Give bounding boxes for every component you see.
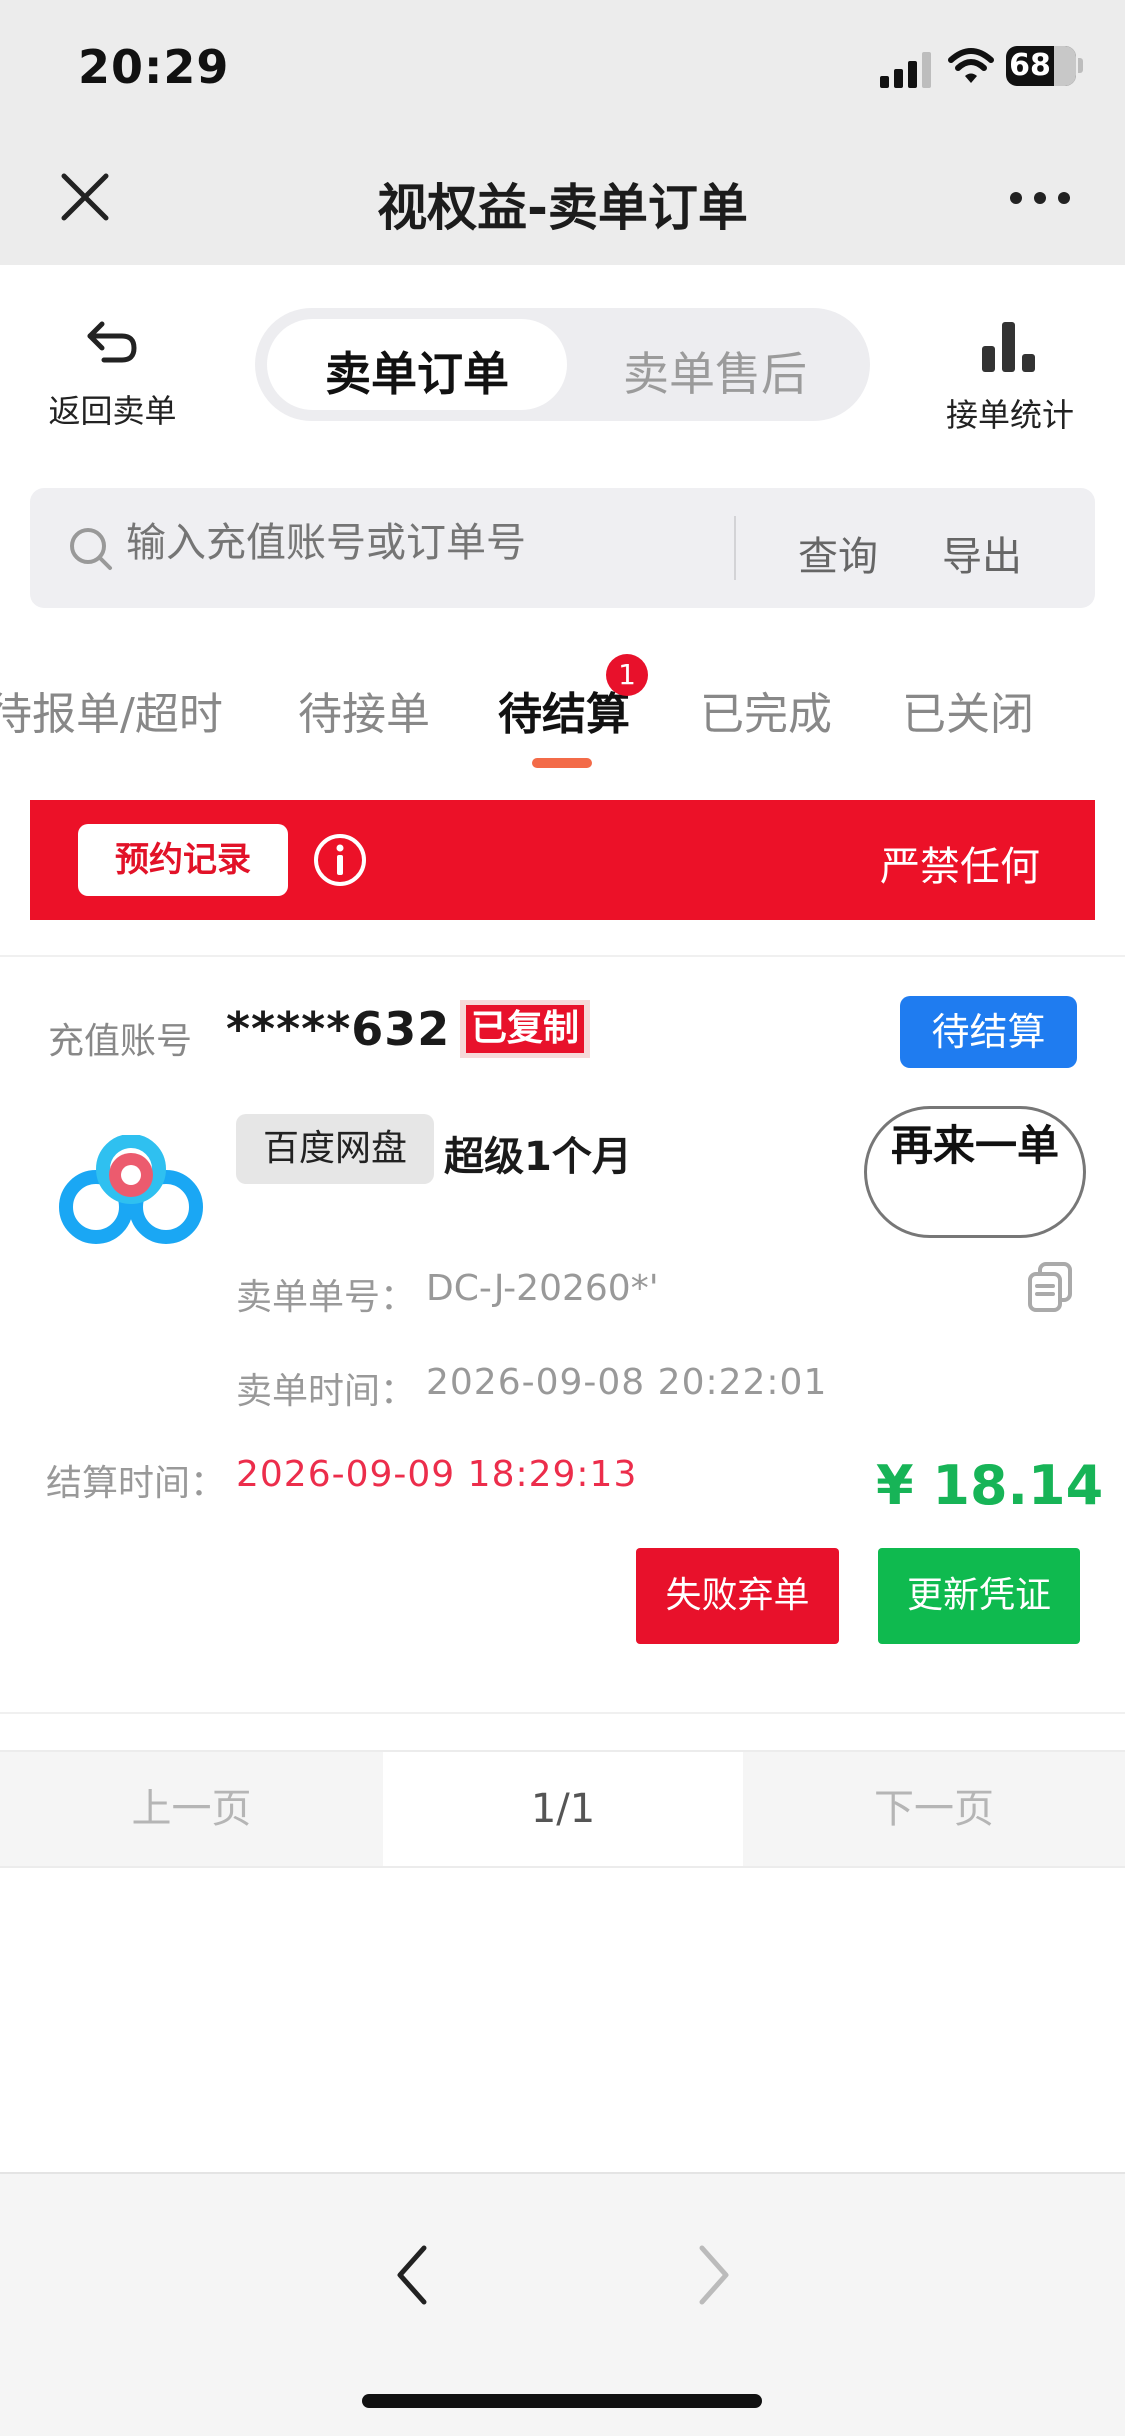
copied-label: 已复制 xyxy=(466,1005,584,1053)
account-value[interactable]: *****632 xyxy=(226,1002,450,1056)
back-arrow-icon xyxy=(87,321,137,363)
query-button[interactable]: 查询 xyxy=(798,524,878,582)
status-bar: 20:29 68 xyxy=(0,0,1125,140)
reorder-button[interactable]: 再来一单 xyxy=(864,1106,1086,1238)
product-name: 超级1个月 xyxy=(444,1134,632,1180)
booking-records-button[interactable]: 预约记录 xyxy=(78,824,288,896)
segment-sell-orders-label[interactable]: 卖单订单 xyxy=(267,338,567,404)
fail-abandon-button[interactable]: 失败弃单 xyxy=(636,1548,839,1644)
settlement-time-value: 2026-09-09 18:29:13 xyxy=(236,1454,638,1495)
chevron-right-icon[interactable] xyxy=(688,2240,738,2310)
order-number-label: 卖单单号： xyxy=(236,1277,417,1318)
account-label: 充值账号 xyxy=(48,1021,193,1062)
status-time: 20:29 xyxy=(78,40,230,94)
notice-scroll-text: 严禁任何 xyxy=(880,844,1040,890)
notice-banner: 预约记录 严禁任何 xyxy=(30,800,1095,920)
order-time-value: 2026-09-08 20:22:01 xyxy=(426,1362,828,1403)
next-page-button[interactable]: 下一页 xyxy=(743,1752,1125,1866)
platform-tag: 百度网盘 xyxy=(236,1114,434,1184)
baidu-netdisk-logo xyxy=(59,1135,203,1244)
prev-page-button[interactable]: 上一页 xyxy=(0,1752,383,1866)
status-badge: 待结算 xyxy=(900,996,1077,1068)
tab-completed[interactable]: 已完成 xyxy=(700,678,832,742)
segment-after-sales[interactable]: 卖单售后 xyxy=(565,338,865,404)
chevron-left-icon[interactable] xyxy=(388,2240,438,2310)
info-icon[interactable] xyxy=(312,832,368,888)
order-type-segmented-control: 卖单订单 卖单售后 xyxy=(255,308,870,421)
more-icon[interactable] xyxy=(1010,192,1070,206)
order-time-label: 卖单时间： xyxy=(236,1371,417,1412)
tab-badge-count: 1 xyxy=(606,654,648,696)
back-to-sell-button[interactable]: 返回卖单 xyxy=(40,318,185,433)
battery-level: 68 xyxy=(1009,48,1051,83)
export-button[interactable]: 导出 xyxy=(942,524,1022,582)
search-divider xyxy=(734,516,736,580)
bar-chart-icon xyxy=(982,320,1038,372)
back-label: 返回卖单 xyxy=(48,392,177,430)
order-number-value: DC-J-20260*' xyxy=(426,1268,659,1309)
page-indicator: 1/1 xyxy=(383,1752,743,1866)
battery-tip xyxy=(1078,58,1083,73)
search-input[interactable] xyxy=(126,520,726,566)
update-proof-button[interactable]: 更新凭证 xyxy=(878,1548,1080,1644)
reorder-label: 再来一单 xyxy=(891,1121,1060,1170)
active-tab-indicator xyxy=(532,758,592,768)
search-icon xyxy=(70,528,112,570)
settlement-time-label: 结算时间： xyxy=(46,1463,227,1504)
copied-toast: 已复制 xyxy=(460,1000,590,1058)
divider xyxy=(0,955,1125,957)
tab-pending-report[interactable]: 待报单/超时 xyxy=(0,678,223,742)
search-bar: 查询 导出 xyxy=(30,488,1095,608)
signal-icon xyxy=(880,50,932,88)
tab-pending-accept[interactable]: 待接单 xyxy=(298,678,430,742)
battery-icon: 68 xyxy=(1006,46,1076,86)
order-stats-label: 接单统计 xyxy=(945,396,1074,434)
copy-icon[interactable] xyxy=(1026,1260,1074,1314)
pagination: 上一页 1/1 下一页 xyxy=(0,1750,1125,1868)
order-stats-button[interactable]: 接单统计 xyxy=(930,320,1090,435)
status-tabs: 待报单/超时 待接单 待结算 1 已完成 已关闭 xyxy=(0,640,1125,780)
home-indicator[interactable] xyxy=(362,2394,762,2408)
order-price: ¥ 18.14 xyxy=(876,1454,1104,1517)
wifi-icon xyxy=(948,48,994,83)
page-title: 视权益-卖单订单 xyxy=(377,179,748,237)
divider xyxy=(0,1712,1125,1714)
tab-closed[interactable]: 已关闭 xyxy=(902,678,1034,742)
